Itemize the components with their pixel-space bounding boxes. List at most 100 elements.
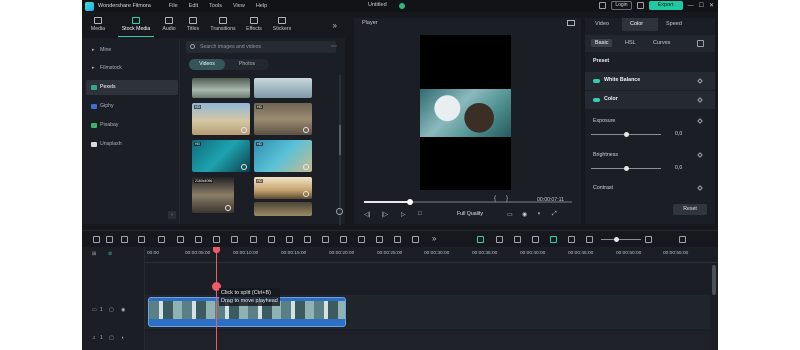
microphone-icon[interactable]	[514, 236, 521, 243]
layout-grid-icon[interactable]	[93, 236, 100, 243]
tab-speed[interactable]: Speed	[666, 21, 682, 27]
info-icon[interactable]	[336, 208, 343, 215]
more-tabs-icon[interactable]: »	[333, 21, 337, 30]
stop-icon[interactable]: □	[418, 211, 422, 217]
color-palette-icon[interactable]	[286, 236, 293, 243]
timeline-scrollbar[interactable]	[712, 265, 716, 295]
white-balance-toggle[interactable]	[593, 79, 600, 83]
slider-handle[interactable]	[624, 132, 629, 137]
time-ruler[interactable]: 00:00 00:00:05:00 00:00:10:00 00:00:15:0…	[145, 247, 718, 263]
play-reverse-icon[interactable]: |▷	[382, 211, 388, 218]
mask-icon[interactable]	[412, 236, 419, 243]
stock-video-thumb[interactable]	[192, 78, 250, 98]
undo-icon[interactable]	[121, 236, 128, 243]
search-input[interactable]: Search images and videos	[186, 41, 336, 53]
link-icon[interactable]: ⊘	[108, 251, 112, 257]
prev-frame-icon[interactable]: ◁|	[364, 211, 370, 218]
tab-stock-media[interactable]: Stock Media	[118, 17, 154, 32]
tab-color[interactable]: Color	[630, 21, 643, 27]
compare-icon[interactable]	[697, 40, 704, 47]
split-audio-icon[interactable]	[177, 236, 184, 243]
lock-icon[interactable]: ▢	[109, 335, 114, 341]
media-scrollbar[interactable]	[339, 75, 341, 225]
source-pixabay[interactable]: Pixabay	[86, 118, 178, 133]
cloud-icon[interactable]	[636, 2, 644, 9]
layout-icon[interactable]	[599, 2, 607, 9]
snapshot-icon[interactable]: ◉	[522, 211, 527, 218]
keyframe-icon[interactable]	[697, 152, 703, 158]
speaker-icon[interactable]: ◖	[121, 335, 124, 341]
stock-video-thumb[interactable]: HD	[254, 177, 312, 199]
audio-icon[interactable]	[304, 236, 311, 243]
timeline-settings-icon[interactable]	[679, 236, 686, 243]
brightness-slider[interactable]	[591, 166, 661, 171]
stock-video-thumb[interactable]	[254, 78, 312, 98]
fullscreen-icon[interactable]: ⤢	[552, 211, 557, 218]
tab-stickers[interactable]: Stickers	[270, 17, 294, 32]
playhead[interactable]	[216, 247, 217, 350]
download-icon[interactable]	[241, 164, 247, 170]
eye-icon[interactable]: ◉	[121, 307, 125, 313]
slider-handle[interactable]	[624, 166, 629, 171]
scissors-icon[interactable]	[158, 236, 165, 243]
source-mine[interactable]: ▸ Mine	[86, 43, 178, 58]
tab-audio[interactable]: Audio	[157, 17, 181, 32]
subtab-curves[interactable]: Curves	[649, 39, 674, 47]
speed-icon[interactable]	[213, 236, 220, 243]
stock-video-thumb[interactable]	[254, 202, 312, 216]
snapshot-tool-icon[interactable]	[568, 236, 575, 243]
download-icon[interactable]	[241, 127, 247, 133]
ai-tool-icon[interactable]	[550, 236, 557, 243]
download-icon[interactable]	[225, 205, 231, 211]
stock-video-thumb[interactable]: 2160x4096	[192, 177, 234, 213]
delete-icon[interactable]	[138, 236, 145, 243]
reset-button[interactable]: Reset	[673, 204, 707, 215]
menu-file[interactable]: File	[169, 3, 178, 9]
quality-dropdown[interactable]: Full Quality	[457, 211, 483, 217]
green-screen-icon[interactable]	[376, 236, 383, 243]
mark-in-out-icon[interactable]: {}	[494, 196, 518, 202]
download-icon[interactable]	[303, 127, 309, 133]
export-button[interactable]: Export	[648, 1, 683, 10]
duration-icon[interactable]	[322, 236, 329, 243]
more-tools-icon[interactable]: »	[432, 234, 436, 243]
minimize-icon[interactable]: —	[688, 3, 694, 9]
lock-icon[interactable]: ▢	[109, 307, 114, 313]
exposure-value[interactable]: 0,0	[675, 131, 701, 139]
tab-media[interactable]: Media	[86, 17, 110, 32]
play-icon[interactable]: ▷	[401, 211, 406, 218]
progress-handle[interactable]	[407, 199, 413, 205]
tab-video[interactable]: Video	[595, 21, 609, 27]
voiceover-icon[interactable]	[532, 236, 539, 243]
zoom-handle[interactable]	[614, 237, 619, 242]
add-track-icon[interactable]: ⊞	[92, 251, 96, 257]
close-icon[interactable]: ✕	[709, 2, 714, 9]
keyframe-icon[interactable]	[697, 185, 703, 191]
menu-tools[interactable]: Tools	[209, 3, 222, 9]
marker-icon[interactable]	[496, 236, 503, 243]
source-pexels[interactable]: Pexels	[86, 80, 178, 95]
keyframe-tool-icon[interactable]	[358, 236, 365, 243]
rotate-icon[interactable]	[268, 236, 275, 243]
text-tool-icon[interactable]	[250, 236, 257, 243]
tab-transitions[interactable]: Transitions	[207, 17, 239, 32]
video-preview[interactable]	[420, 35, 511, 190]
more-options-icon[interactable]: ⋯	[331, 43, 337, 50]
menu-edit[interactable]: Edit	[189, 3, 198, 9]
detach-icon[interactable]	[195, 236, 202, 243]
stock-video-thumb[interactable]: HD	[192, 140, 250, 172]
stock-video-thumb[interactable]: HD	[254, 140, 312, 172]
source-giphy[interactable]: Giphy	[86, 99, 178, 114]
tab-titles[interactable]: Titles	[181, 17, 205, 32]
zoom-out-icon[interactable]	[586, 236, 593, 243]
monitor-icon[interactable]: ▭	[507, 211, 513, 218]
playhead-handle[interactable]	[213, 247, 220, 253]
videos-toggle[interactable]: Videos	[189, 59, 225, 70]
maximize-icon[interactable]: ☐	[699, 2, 704, 9]
brightness-value[interactable]: 0,0	[675, 165, 701, 173]
image-icon[interactable]	[567, 20, 575, 26]
waveform-icon[interactable]	[394, 236, 401, 243]
collapse-panel-button[interactable]: ‹	[168, 211, 176, 219]
subtab-hsl[interactable]: HSL	[621, 39, 640, 47]
stabilize-icon[interactable]	[340, 236, 347, 243]
